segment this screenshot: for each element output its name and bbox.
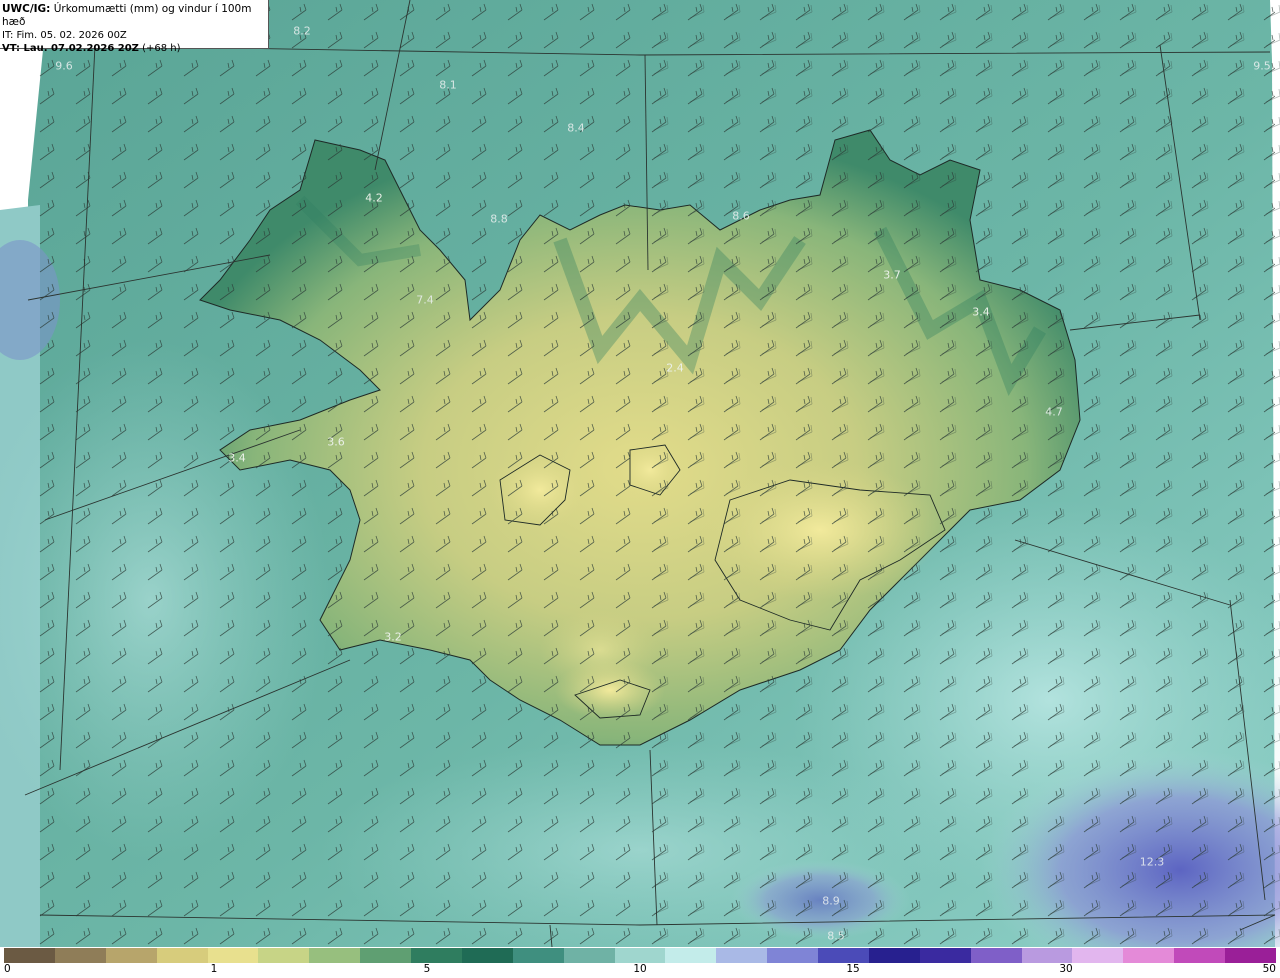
- colorbar-segment: [207, 948, 259, 963]
- precip-value-label: 8.9: [822, 894, 840, 908]
- precip-value-label: 9.6: [55, 59, 73, 73]
- colorbar-segment: [309, 948, 361, 963]
- precip-value-label: 8.2: [293, 24, 311, 38]
- colorbar-segment: [1123, 948, 1175, 963]
- colorbar-segment: [512, 948, 564, 963]
- colorbar-tick: 5: [423, 963, 431, 975]
- precip-value-label: 8.6: [732, 209, 750, 223]
- colorbar-tick: 15: [846, 963, 860, 975]
- colorbar-segment: [767, 948, 818, 963]
- precip-value-label: 3.2: [384, 630, 402, 644]
- colorbar-segment: [716, 948, 768, 963]
- valid-time: VT: Lau. 07.02.2026 20Z: [2, 43, 139, 54]
- colorbar-segment: [54, 948, 106, 963]
- precip-value-label: 3.4: [972, 305, 990, 319]
- colorbar-segment: [1072, 948, 1124, 963]
- precip-value-label: 8.5: [827, 929, 845, 943]
- precip-value-label: 3.4: [228, 451, 246, 465]
- colorbar-segment: [360, 948, 411, 963]
- colorbar-gradient: [4, 948, 1276, 963]
- precip-value-label: 3.6: [327, 435, 345, 449]
- colorbar-segment: [614, 948, 666, 963]
- colorbar-tick: 30: [1059, 963, 1073, 975]
- colorbar-segment: [4, 948, 55, 963]
- colorbar-segment: [1174, 948, 1225, 963]
- model-label: UWC/IG:: [2, 3, 51, 15]
- precip-value-label: 3.7: [883, 268, 901, 282]
- precip-value-label: 8.8: [490, 212, 508, 226]
- precip-value-label: 8.1: [439, 78, 457, 92]
- precip-value-label: 4.7: [1045, 405, 1063, 419]
- colorbar-tick: 1: [210, 963, 218, 975]
- precip-value-label: 4.2: [365, 191, 383, 205]
- precip-value-label: 8.4: [567, 121, 585, 135]
- colorbar-segment: [105, 948, 157, 963]
- initial-time: IT: Fim. 05. 02. 2026 00Z: [2, 30, 127, 41]
- colorbar-segment: [818, 948, 869, 963]
- precip-value-label: 12.3: [1139, 855, 1165, 869]
- colorbar-segment: [461, 948, 513, 963]
- colorbar-tick: 10: [633, 963, 647, 975]
- precip-value-label: 2.4: [666, 361, 684, 375]
- colorbar-segment: [665, 948, 717, 963]
- colorbar-segment: [868, 948, 920, 963]
- precip-colorbar: 0 1 5 10 15 30 50: [0, 947, 1280, 978]
- colorbar-segment: [970, 948, 1022, 963]
- colorbar-segment: [156, 948, 208, 963]
- precip-value-label: 9.5: [1253, 59, 1271, 73]
- colorbar-segment: [258, 948, 310, 963]
- map-title-box: UWC/IG: Úrkomumætti (mm) og vindur í 100…: [0, 0, 269, 54]
- colorbar-tick: 0: [4, 963, 11, 975]
- forecast-map: [0, 0, 1280, 947]
- precip-value-label: 7.4: [416, 293, 434, 307]
- colorbar-segment: [919, 948, 971, 963]
- colorbar-segment: [1225, 948, 1276, 963]
- forecast-lead: (+68 h): [142, 43, 181, 54]
- colorbar-segment: [563, 948, 615, 963]
- colorbar-tick: 50: [1262, 963, 1276, 975]
- colorbar-segment: [1021, 948, 1073, 963]
- colorbar-segment: [411, 948, 462, 963]
